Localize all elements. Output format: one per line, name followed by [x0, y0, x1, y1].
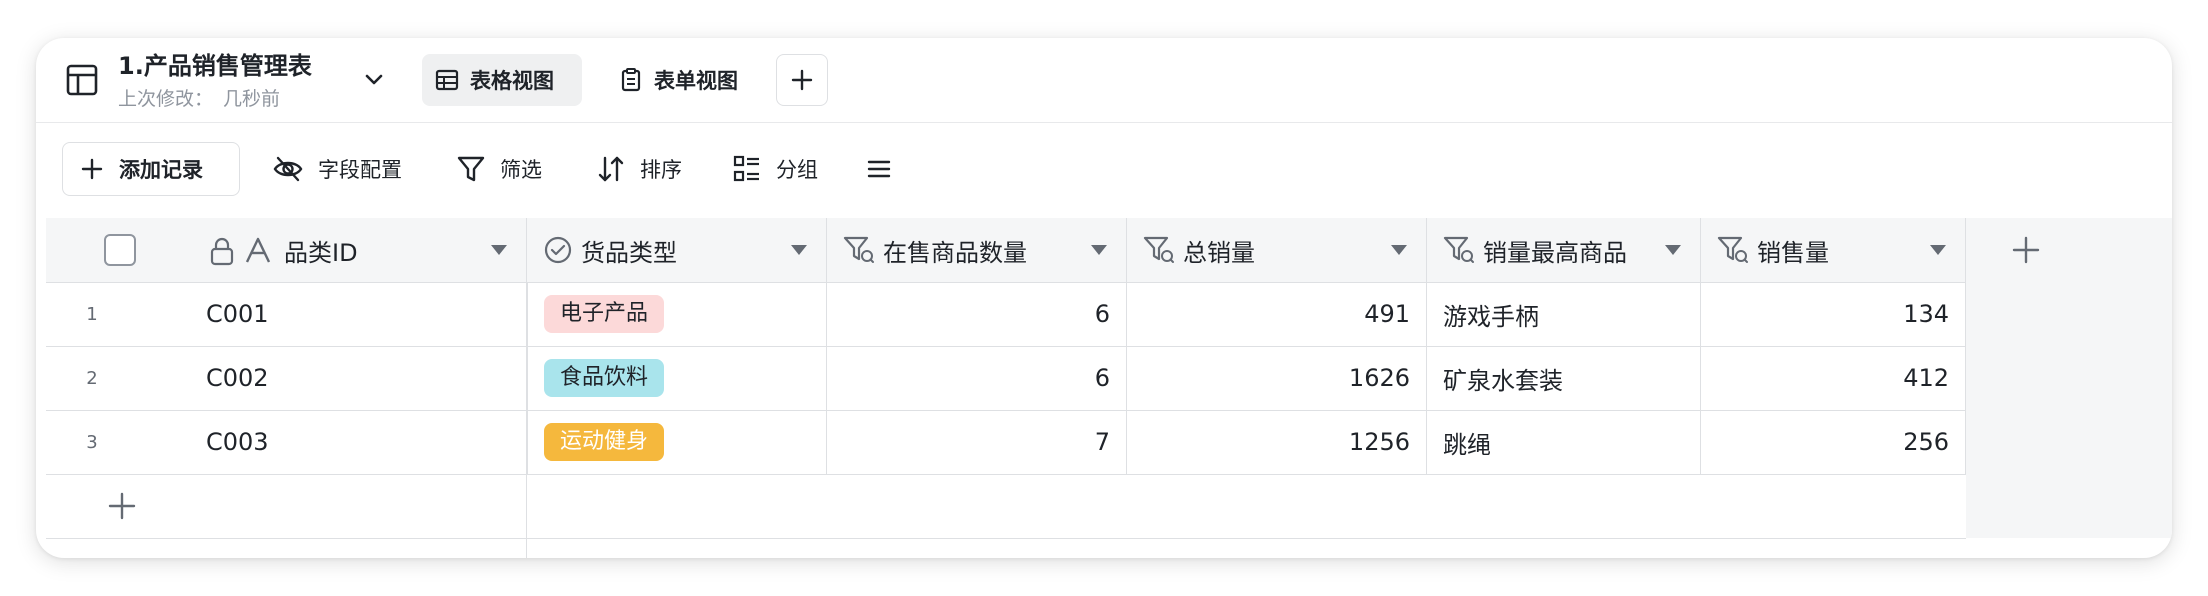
column-header-total-sales[interactable]: 总销量: [1127, 218, 1427, 282]
grid-table-icon: [435, 69, 459, 91]
cell-best-seller[interactable]: 游戏手柄: [1427, 282, 1701, 346]
single-select-icon: [544, 236, 572, 264]
caret-down-icon[interactable]: [490, 244, 508, 256]
add-row-button[interactable]: [46, 474, 1966, 539]
plus-icon: [108, 492, 136, 520]
type-tag: 食品饮料: [544, 359, 665, 397]
tab-form-view[interactable]: 表单视图: [606, 54, 764, 106]
group-button[interactable]: 分组: [732, 142, 818, 196]
caret-down-icon[interactable]: [790, 244, 808, 256]
cell-best-seller[interactable]: 矿泉水套装: [1427, 346, 1701, 410]
filter-icon: [457, 156, 485, 182]
cell-total-sales[interactable]: 1626: [1127, 346, 1427, 410]
text-field-icon: [245, 237, 271, 263]
lookup-field-icon: [1717, 236, 1748, 263]
cell-items-on-sale[interactable]: 7: [827, 410, 1127, 474]
column-label: 销量最高商品: [1483, 238, 1627, 267]
column-header-sales-volume[interactable]: 销售量: [1701, 218, 1966, 282]
table-window: 1.产品销售管理表 上次修改： 几秒前 表格视图 表单视图 添加记录 字段配置 …: [36, 38, 2172, 558]
table-row[interactable]: 3 C003 运动健身 7 1256 跳绳 256: [46, 410, 1966, 475]
clipboard-form-icon: [621, 68, 641, 92]
cell-sales-volume[interactable]: 412: [1701, 346, 1966, 410]
chevron-down-icon[interactable]: [360, 66, 388, 94]
more-options-button[interactable]: [866, 142, 906, 196]
caret-down-icon[interactable]: [1664, 244, 1682, 256]
title-bar: 1.产品销售管理表 上次修改： 几秒前 表格视图 表单视图: [36, 38, 2172, 123]
row-index: 3: [86, 431, 98, 453]
cell-product-type[interactable]: 运动健身: [527, 410, 827, 474]
last-modified-label: 上次修改：: [118, 88, 214, 110]
tab-form-view-label: 表单视图: [654, 69, 738, 93]
column-label: 品类ID: [284, 238, 358, 267]
cell-product-type[interactable]: 食品饮料: [527, 346, 827, 410]
add-column-icon[interactable]: [2012, 236, 2040, 264]
eye-off-icon: [273, 156, 303, 182]
lock-icon: [210, 237, 234, 266]
lookup-field-icon: [843, 236, 874, 263]
add-record-button[interactable]: 添加记录: [62, 142, 240, 196]
last-modified: 上次修改： 几秒前: [118, 84, 280, 111]
cell-sales-volume[interactable]: 256: [1701, 410, 1966, 474]
column-header-best-seller[interactable]: 销量最高商品: [1427, 218, 1701, 282]
cell-items-on-sale[interactable]: 6: [827, 282, 1127, 346]
menu-icon: [867, 160, 891, 178]
select-all-checkbox[interactable]: [104, 234, 136, 266]
row-index: 1: [86, 303, 98, 325]
last-modified-value: 几秒前: [223, 88, 281, 110]
cell-sales-volume[interactable]: 134: [1701, 282, 1966, 346]
table-icon: [66, 64, 98, 96]
filter-button[interactable]: 筛选: [456, 142, 542, 196]
cell-category-id[interactable]: C001: [206, 282, 527, 346]
cell-category-id[interactable]: C002: [206, 346, 527, 410]
cell-category-id[interactable]: C003: [206, 410, 527, 474]
field-config-button[interactable]: 字段配置: [272, 142, 402, 196]
column-header-category-id[interactable]: 品类ID: [46, 218, 527, 282]
filter-label: 筛选: [500, 158, 542, 182]
column-label: 货品类型: [581, 238, 677, 267]
cell-best-seller[interactable]: 跳绳: [1427, 410, 1701, 474]
group-icon: [733, 155, 759, 182]
frozen-column-divider: [526, 282, 527, 558]
plus-icon: [791, 69, 813, 91]
caret-down-icon[interactable]: [1929, 244, 1947, 256]
row-index: 2: [86, 367, 98, 389]
column-label: 销售量: [1757, 238, 1829, 267]
lookup-field-icon: [1143, 236, 1174, 263]
group-label: 分组: [776, 158, 818, 182]
type-tag: 运动健身: [544, 423, 665, 461]
tab-grid-view[interactable]: 表格视图: [422, 54, 582, 106]
field-config-label: 字段配置: [318, 158, 402, 182]
table-title[interactable]: 1.产品销售管理表: [118, 46, 312, 81]
table-row[interactable]: 1 C001 电子产品 6 491 游戏手柄 134: [46, 282, 1966, 347]
grid-empty-area: [1966, 282, 2172, 538]
add-record-label: 添加记录: [119, 158, 203, 182]
column-header-product-type[interactable]: 货品类型: [527, 218, 827, 282]
table-row[interactable]: 2 C002 食品饮料 6 1626 矿泉水套装 412: [46, 346, 1966, 411]
cell-total-sales[interactable]: 1256: [1127, 410, 1427, 474]
column-label: 在售商品数量: [883, 238, 1027, 267]
add-view-button[interactable]: [776, 54, 828, 106]
caret-down-icon[interactable]: [1390, 244, 1408, 256]
cell-total-sales[interactable]: 491: [1127, 282, 1427, 346]
tab-grid-view-label: 表格视图: [470, 69, 554, 93]
type-tag: 电子产品: [544, 295, 665, 333]
grid-header: 品类ID 货品类型 在售商品数量 总销量 销量最高商品 销售量: [46, 218, 2172, 283]
plus-icon: [81, 158, 103, 180]
sort-label: 排序: [640, 158, 682, 182]
cell-items-on-sale[interactable]: 6: [827, 346, 1127, 410]
sort-button[interactable]: 排序: [596, 142, 682, 196]
sort-icon: [598, 156, 624, 182]
lookup-field-icon: [1443, 236, 1474, 263]
column-header-items-on-sale[interactable]: 在售商品数量: [827, 218, 1127, 282]
column-label: 总销量: [1183, 238, 1255, 267]
cell-product-type[interactable]: 电子产品: [527, 282, 827, 346]
caret-down-icon[interactable]: [1090, 244, 1108, 256]
